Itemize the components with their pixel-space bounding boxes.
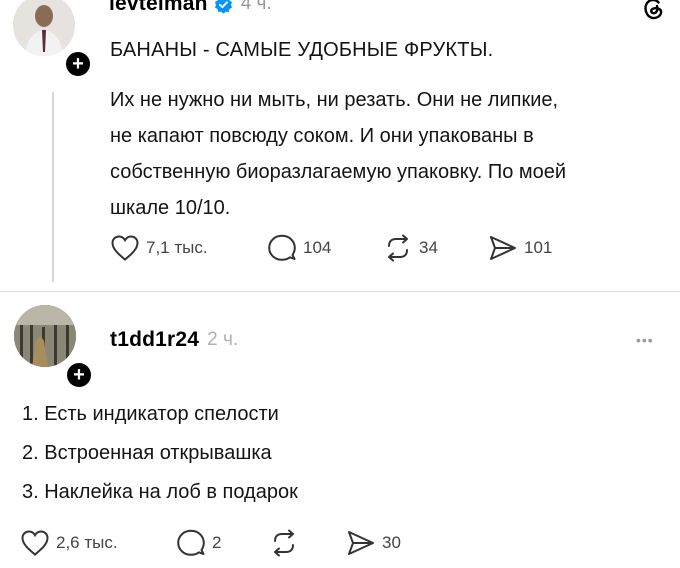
verified-badge-icon: [214, 0, 233, 14]
repost-button[interactable]: 34: [383, 234, 438, 262]
send-icon: [490, 236, 516, 260]
repost-icon: [274, 529, 294, 557]
thread-line: [52, 92, 54, 282]
follow-plus-button[interactable]: +: [63, 49, 93, 79]
heart-icon: [21, 530, 49, 556]
divider: [0, 291, 680, 292]
reply-like-count: 2,6 тыс.: [56, 533, 118, 552]
post-body: Их не нужно ни мыть, ни резать. Они не л…: [110, 82, 675, 226]
threads-logo-icon[interactable]: [640, 0, 666, 27]
reply-avatar[interactable]: [14, 305, 76, 367]
reply-time: 2 ч.: [207, 329, 239, 350]
reply-list-item: 3. Наклейка на лоб в подарок: [22, 481, 298, 503]
comment-icon: [268, 234, 296, 261]
reply-like-button[interactable]: 2,6 тыс.: [20, 529, 118, 557]
like-button[interactable]: 7,1 тыс.: [110, 234, 208, 262]
reply-share-count: 30: [382, 533, 401, 552]
reply-repost-button[interactable]: [269, 529, 299, 557]
repost-icon: [388, 234, 408, 262]
follow-plus-button[interactable]: +: [64, 360, 94, 390]
repost-count: 34: [419, 238, 438, 257]
reply-share-button[interactable]: 30: [346, 529, 401, 557]
comment-icon: [177, 529, 205, 556]
send-icon: [348, 531, 374, 555]
comment-count: 104: [303, 238, 332, 257]
share-button[interactable]: 101: [488, 234, 552, 262]
reply-list-item: 2. Встроенная открывашка: [22, 442, 272, 464]
heart-icon: [111, 235, 139, 261]
like-count: 7,1 тыс.: [146, 238, 208, 257]
reply-comment-button[interactable]: 2: [176, 529, 221, 557]
post-body-line: не капают повсюду соком. И они упакованы…: [110, 125, 534, 147]
share-count: 101: [524, 238, 553, 257]
post-username[interactable]: levtelman: [109, 0, 208, 16]
post-body-line: Их не нужно ни мыть, ни резать. Они не л…: [110, 89, 559, 111]
post-body-line: собственную биоразлагаемую упаковку. По …: [110, 161, 567, 183]
reply-comment-count: 2: [212, 533, 222, 552]
more-options-icon[interactable]: •••: [636, 332, 654, 348]
avatar[interactable]: [13, 0, 75, 56]
reply-username[interactable]: t1dd1r24: [110, 328, 199, 352]
post-title: БАНАНЫ - САМЫЕ УДОБНЫЕ ФРУКТЫ.: [110, 39, 494, 61]
comment-button[interactable]: 104: [267, 234, 331, 262]
reply-list-item: 1. Есть индикатор спелости: [22, 403, 279, 425]
post-body-line: шкале 10/10.: [110, 197, 231, 219]
post-time: 4 ч.: [240, 0, 272, 14]
